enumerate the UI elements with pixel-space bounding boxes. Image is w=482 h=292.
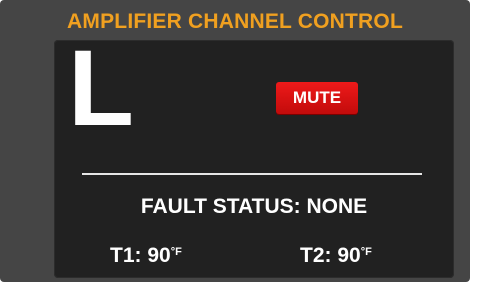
temperature-t2: T2: 90°F <box>300 244 372 268</box>
divider <box>82 173 422 175</box>
channel-letter: L <box>68 27 134 148</box>
temperature-t1-unit: °F <box>170 246 182 258</box>
fault-status-value: NONE <box>306 195 368 218</box>
fault-status-label: FAULT STATUS: <box>140 195 301 218</box>
temperature-t1: T1: 90°F <box>110 244 182 268</box>
fault-status: FAULT STATUS: NONE <box>54 195 454 219</box>
temperature-t1-label: T1: <box>110 244 142 267</box>
channel-panel: L MUTE FAULT STATUS: NONE T1: 90°F T2: 9… <box>54 34 454 278</box>
temperature-t2-unit: °F <box>360 246 372 258</box>
amplifier-frame: AMPLIFIER CHANNEL CONTROL L MUTE FAULT S… <box>0 0 470 282</box>
temperature-t1-value: 90 <box>147 244 171 267</box>
temperature-t2-value: 90 <box>337 244 361 267</box>
temperature-t2-label: T2: <box>300 244 332 267</box>
mute-button[interactable]: MUTE <box>276 82 358 114</box>
